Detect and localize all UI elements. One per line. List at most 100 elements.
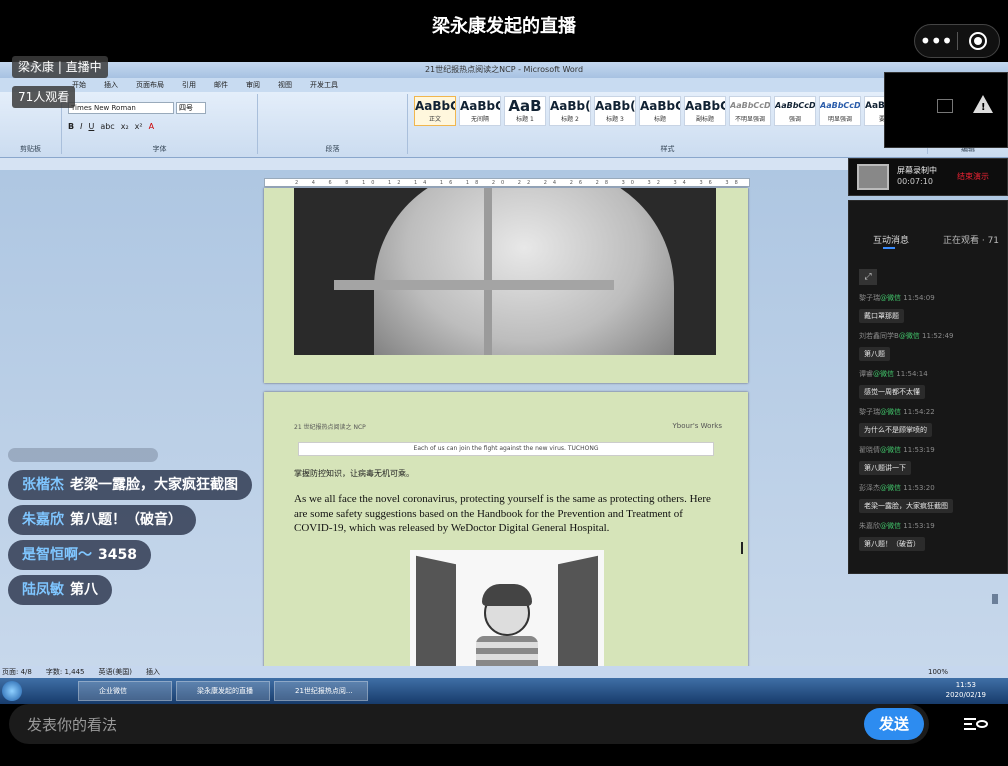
window-shutter-left: [416, 555, 456, 685]
tab-watching[interactable]: 正在观看 · 71: [943, 233, 999, 246]
recording-time: 00:07:10: [897, 177, 933, 186]
style-heading-2[interactable]: AaBb(标题 2: [549, 96, 591, 126]
image-caption-banner: Each of us can join the fight against th…: [298, 442, 714, 456]
send-button[interactable]: 发送: [864, 708, 924, 740]
document-page-3[interactable]: [264, 188, 748, 383]
style-gallery: AaBbCcD 正文 AaBbCcD 无间隔 AaB标题 1 AaBb(标题 2 A…: [414, 96, 906, 126]
bold-icon[interactable]: B: [68, 122, 74, 131]
chat-user: 彭泽杰: [859, 484, 880, 492]
style-preview: AaB: [508, 97, 542, 115]
chat-user: 黎子瑞: [859, 408, 880, 416]
taskbar-item[interactable]: 梁永康发起的直播: [176, 681, 270, 701]
style-preview: AaBbCcDi: [730, 101, 771, 110]
underline-icon[interactable]: U: [88, 122, 94, 131]
stop-presentation-button[interactable]: 结束演示: [957, 171, 989, 182]
more-dots-icon[interactable]: •••: [915, 31, 957, 51]
status-page: 页面: 4/8: [2, 668, 32, 676]
danmaku-fading: [8, 448, 158, 462]
host-status-badge[interactable]: 梁永康 | 直播中: [12, 56, 108, 78]
style-heading-1[interactable]: AaB 标题 1: [504, 96, 546, 126]
ribbon-tab[interactable]: 引用: [182, 78, 196, 92]
chat-message: 谭睿@微信 11:54:14 感觉一周都不太懂: [859, 369, 1005, 399]
danmaku-item: 是智恒啊～ 3458: [8, 540, 151, 570]
style-preview: AaBbC: [685, 99, 726, 113]
screen-record-bar: 屏幕录制中 00:07:10 结束演示: [848, 158, 1008, 196]
boy-hair: [482, 584, 532, 606]
text-cursor-icon: [741, 542, 743, 554]
screenshot-icon[interactable]: [937, 99, 953, 113]
chat-text: 戴口罩那题: [859, 309, 904, 323]
style-preview: AaBb(: [595, 99, 636, 113]
danmaku-nick: 陆凤敏: [22, 582, 64, 598]
suit-tape-band: [334, 280, 614, 290]
tray-time: 11:53: [955, 681, 976, 689]
strikethrough-icon[interactable]: abc: [100, 122, 114, 131]
style-preview: AaBbCcD: [415, 99, 455, 113]
ribbon-tab[interactable]: 页面布局: [136, 78, 164, 92]
chinese-subtitle: 掌握防控知识，让病毒无机可乘。: [294, 469, 414, 478]
tab-messages[interactable]: 互动消息: [873, 233, 909, 246]
ribbon-tab[interactable]: 插入: [104, 78, 118, 92]
chat-time: 11:53:19: [903, 522, 935, 530]
ribbon-tab[interactable]: 审阅: [246, 78, 260, 92]
chat-message: 黎子瑞@微信 11:54:22 为什么不是顾掌喷的: [859, 407, 1005, 437]
style-title[interactable]: AaBbC 标题: [639, 96, 681, 126]
bottom-input-bar: 发表你的看法 发送: [0, 704, 1008, 766]
chat-text: 老梁一露脸，大家疯狂截图: [859, 499, 953, 513]
style-name: 副标题: [695, 116, 714, 123]
mini-camera-window[interactable]: !: [884, 72, 1008, 148]
style-heading-3[interactable]: AaBb(标题 3: [594, 96, 636, 126]
font-name-box[interactable]: Times New Roman: [68, 102, 174, 114]
comment-input[interactable]: 发表你的看法 发送: [9, 704, 929, 744]
windows-start-icon[interactable]: [2, 681, 22, 701]
scrollbar-thumb[interactable]: [992, 594, 998, 604]
status-language: 英语(美国): [98, 668, 132, 676]
chat-user: 朱嘉欣: [859, 522, 880, 530]
style-intense-emphasis[interactable]: AaBbCcDi 明显强调: [819, 96, 861, 126]
top-bar: 梁永康发起的直播 •••: [0, 0, 1008, 62]
viewer-list-button[interactable]: [948, 706, 1000, 742]
screen-share-view[interactable]: 21世纪报热点阅读之NCP - Microsoft Word 开始 插入 页面布…: [0, 62, 1008, 704]
subscript-icon[interactable]: x₂: [121, 122, 129, 131]
chat-source: @微信: [880, 522, 901, 530]
page-header-left: 21 世纪报热点阅读之 NCP: [294, 424, 366, 431]
font-size-box[interactable]: 四号: [176, 102, 206, 114]
danmaku-text: 老梁一露脸，大家疯狂截图: [70, 477, 238, 493]
document-page-4[interactable]: 21 世纪报热点阅读之 NCP Ybour's Works Each of us…: [264, 392, 748, 704]
panel-tabs: 互动消息 正在观看 · 71: [849, 233, 1008, 251]
style-no-spacing[interactable]: AaBbCcD 无间隔: [459, 96, 501, 126]
chat-source: @微信: [898, 332, 920, 340]
ribbon-tab[interactable]: 邮件: [214, 78, 228, 92]
style-name: 明显强调: [827, 116, 852, 123]
ribbon-tab[interactable]: 开发工具: [310, 78, 338, 92]
style-normal[interactable]: AaBbCcD 正文: [414, 96, 456, 126]
chat-source: @微信: [880, 484, 901, 492]
status-mode: 插入: [145, 668, 160, 676]
taskbar-item[interactable]: 21世纪报热点阅...: [274, 681, 368, 701]
danmaku-nick: 张楷杰: [22, 477, 64, 493]
chat-time: 11:54:22: [903, 408, 935, 416]
danmaku-item: 陆凤敏 第八: [8, 575, 112, 605]
font-format-row: B I U abc x₂ x² A: [68, 122, 154, 131]
suit-seam: [484, 188, 492, 355]
superscript-icon[interactable]: x²: [135, 122, 143, 131]
style-subtitle[interactable]: AaBbC 副标题: [684, 96, 726, 126]
style-emphasis[interactable]: AaBbCcDi 强调: [774, 96, 816, 126]
chat-text: 第八题讲一下: [859, 461, 911, 475]
status-zoom[interactable]: 100%: [928, 666, 948, 678]
style-subtle-emphasis[interactable]: AaBbCcDi 不明显强调: [729, 96, 771, 126]
chat-message: 彭泽杰@微信 11:53:20 老梁一露脸，大家疯狂截图: [859, 483, 1005, 513]
expand-icon[interactable]: ⤢: [859, 269, 877, 285]
active-tab-underline: [883, 247, 895, 249]
suit-shape: [374, 188, 674, 355]
font-color-icon[interactable]: A: [149, 122, 154, 131]
style-preview: AaBbCcD: [460, 99, 500, 113]
viewer-count-badge[interactable]: 71人观看: [12, 86, 76, 108]
chat-time: 11:53:19: [903, 446, 935, 454]
ribbon-tab[interactable]: 视图: [278, 78, 292, 92]
taskbar-item[interactable]: 企业微信: [78, 681, 172, 701]
close-button[interactable]: [957, 32, 999, 50]
chat-message: 朱嘉欣@微信 11:53:19 第八题！（破音）: [859, 521, 1005, 551]
italic-icon[interactable]: I: [80, 122, 82, 131]
live-title: 梁永康发起的直播: [432, 16, 576, 37]
